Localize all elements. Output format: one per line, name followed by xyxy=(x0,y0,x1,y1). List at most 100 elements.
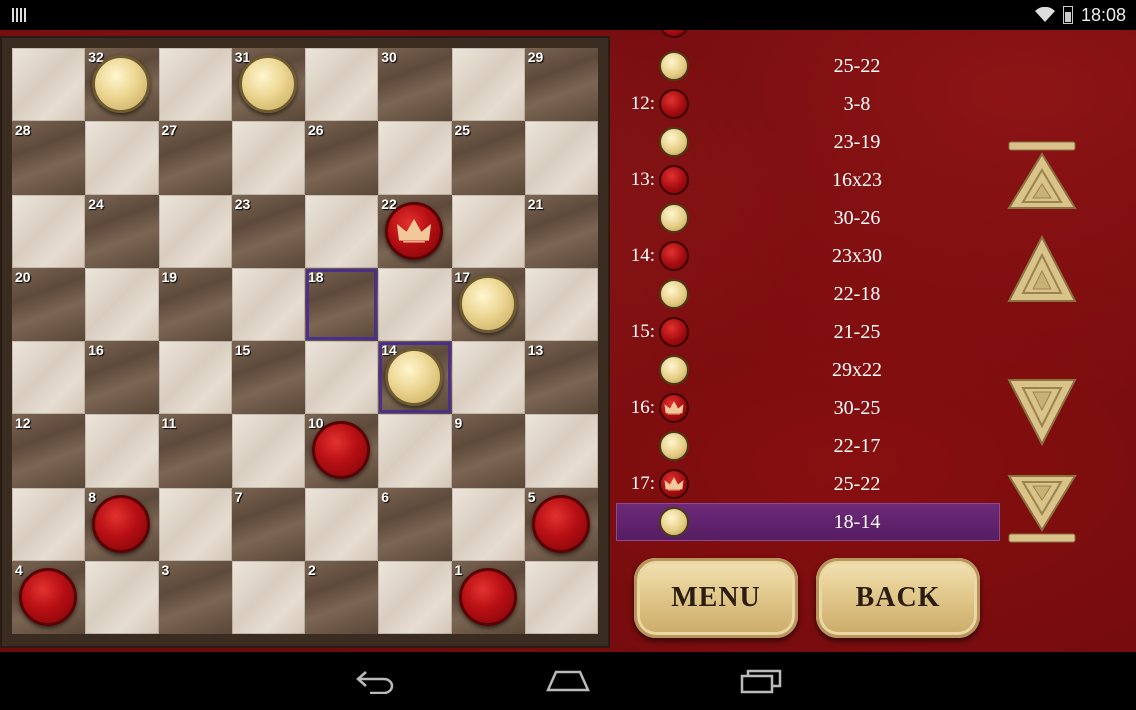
square-number: 4 xyxy=(15,561,23,578)
next-move-button[interactable] xyxy=(1007,378,1077,446)
move-row[interactable]: 22-18 xyxy=(617,276,999,312)
first-move-button[interactable] xyxy=(1007,140,1077,210)
red-piece[interactable] xyxy=(531,494,590,553)
board-square-15[interactable]: 15 xyxy=(231,341,305,415)
red-king-piece[interactable] xyxy=(385,201,444,260)
move-row[interactable]: 16: 30-25 xyxy=(617,390,999,426)
board-square-16[interactable]: 16 xyxy=(85,341,159,415)
white-disc xyxy=(659,51,689,81)
red-king-disc xyxy=(659,469,689,499)
square-number: 9 xyxy=(454,415,463,432)
board-square-13[interactable]: 13 xyxy=(524,341,598,415)
move-number xyxy=(617,124,655,160)
move-row[interactable]: 30-26 xyxy=(617,200,999,236)
board-square-27[interactable]: 27 xyxy=(158,121,232,195)
move-row[interactable]: 23-19 xyxy=(617,124,999,160)
red-piece[interactable] xyxy=(19,567,77,626)
move-row[interactable]: 25-22 xyxy=(617,48,999,84)
move-list[interactable]: 25-22 12: 3-8 23-19 13: 16x23 30-26 14: 23x30 22-… xyxy=(615,30,1005,542)
board-square-6[interactable]: 6 xyxy=(378,487,452,561)
white-disc xyxy=(659,355,689,385)
move-notation: 29x22 xyxy=(832,359,882,381)
square-number: 24 xyxy=(88,195,104,212)
notification-icon xyxy=(12,8,28,22)
board-square-18[interactable]: 18 xyxy=(305,267,379,341)
board-square-light xyxy=(378,560,452,634)
board-square-7[interactable]: 7 xyxy=(231,487,305,561)
board-square-4[interactable]: 4 xyxy=(12,560,86,634)
move-row[interactable]: 14: 23x30 xyxy=(617,238,999,274)
white-piece[interactable] xyxy=(92,55,151,113)
white-disc xyxy=(659,203,689,233)
board-square-24[interactable]: 24 xyxy=(85,194,159,268)
move-notation: 23x30 xyxy=(832,245,882,267)
board-square-2[interactable]: 2 xyxy=(305,560,379,634)
move-notation: 18-14 xyxy=(833,511,881,533)
status-time: 18:08 xyxy=(1080,4,1126,25)
board-square-19[interactable]: 19 xyxy=(158,267,232,341)
board-square-5[interactable]: 5 xyxy=(524,487,598,561)
board-square-light xyxy=(85,121,159,195)
move-number xyxy=(617,428,655,464)
white-piece[interactable] xyxy=(385,348,444,406)
board-square-11[interactable]: 11 xyxy=(158,414,232,488)
board-square-10[interactable]: 10 xyxy=(305,414,379,488)
board-square-light xyxy=(524,560,598,634)
board-square-26[interactable]: 26 xyxy=(305,121,379,195)
board-square-21[interactable]: 21 xyxy=(524,194,598,268)
board-square-28[interactable]: 28 xyxy=(12,121,86,195)
move-number xyxy=(617,200,655,236)
recents-icon[interactable] xyxy=(740,668,784,694)
move-number xyxy=(617,276,655,312)
square-number: 27 xyxy=(161,122,178,139)
board-square-25[interactable]: 25 xyxy=(451,121,525,195)
board-square-32[interactable]: 32 xyxy=(85,48,159,122)
move-row[interactable]: 15: 21-25 xyxy=(617,314,999,350)
board-square-14[interactable]: 14 xyxy=(378,341,452,415)
move-row[interactable]: 22-17 xyxy=(617,428,999,464)
back-icon[interactable] xyxy=(354,668,398,694)
board-square-3[interactable]: 3 xyxy=(158,560,232,634)
square-number: 26 xyxy=(308,122,324,139)
game-screen: 32 31 30 29 28 27 26 25 24 23 22 21 20 19 18 17 16 15 14 13… xyxy=(0,30,1136,652)
move-row[interactable]: 17: 25-22 xyxy=(617,466,999,502)
previous-move-icon xyxy=(1007,235,1077,302)
board-square-light xyxy=(12,341,86,415)
red-piece[interactable] xyxy=(458,567,517,626)
back-button[interactable]: BACK xyxy=(816,558,980,638)
move-row[interactable]: 12: 3-8 xyxy=(617,86,999,122)
move-row[interactable]: 18-14 xyxy=(617,504,999,540)
square-number: 18 xyxy=(308,268,324,285)
white-piece[interactable] xyxy=(458,274,517,333)
move-notation: 16x23 xyxy=(832,169,882,191)
board-square-light xyxy=(231,121,305,195)
previous-move-button[interactable] xyxy=(1007,235,1077,303)
board-square-17[interactable]: 17 xyxy=(451,267,525,341)
board-square-light xyxy=(85,560,159,634)
board-square-29[interactable]: 29 xyxy=(524,48,598,122)
board-square-light xyxy=(451,48,525,122)
menu-button[interactable]: MENU xyxy=(634,558,798,638)
white-piece[interactable] xyxy=(238,55,297,113)
move-notation: 30-25 xyxy=(833,397,881,419)
square-number: 2 xyxy=(308,561,316,578)
home-icon[interactable] xyxy=(546,668,590,694)
red-piece[interactable] xyxy=(92,494,151,553)
last-move-button[interactable] xyxy=(1007,474,1077,544)
checkers-board[interactable]: 32 31 30 29 28 27 26 25 24 23 22 21 20 19 18 17 16 15 14 13… xyxy=(12,48,598,634)
board-square-20[interactable]: 20 xyxy=(12,267,86,341)
move-number: 16: xyxy=(630,397,655,418)
move-row[interactable]: 29x22 xyxy=(617,352,999,388)
board-square-12[interactable]: 12 xyxy=(12,414,86,488)
board-square-9[interactable]: 9 xyxy=(451,414,525,488)
red-piece[interactable] xyxy=(312,421,370,480)
board-square-22[interactable]: 22 xyxy=(378,194,452,268)
menu-button-label: MENU xyxy=(671,582,761,613)
board-square-31[interactable]: 31 xyxy=(231,48,305,122)
move-number: 14: xyxy=(630,245,655,266)
board-square-30[interactable]: 30 xyxy=(378,48,452,122)
board-square-1[interactable]: 1 xyxy=(451,560,525,634)
board-square-8[interactable]: 8 xyxy=(85,487,159,561)
board-square-23[interactable]: 23 xyxy=(231,194,305,268)
move-row[interactable]: 13: 16x23 xyxy=(617,162,999,198)
